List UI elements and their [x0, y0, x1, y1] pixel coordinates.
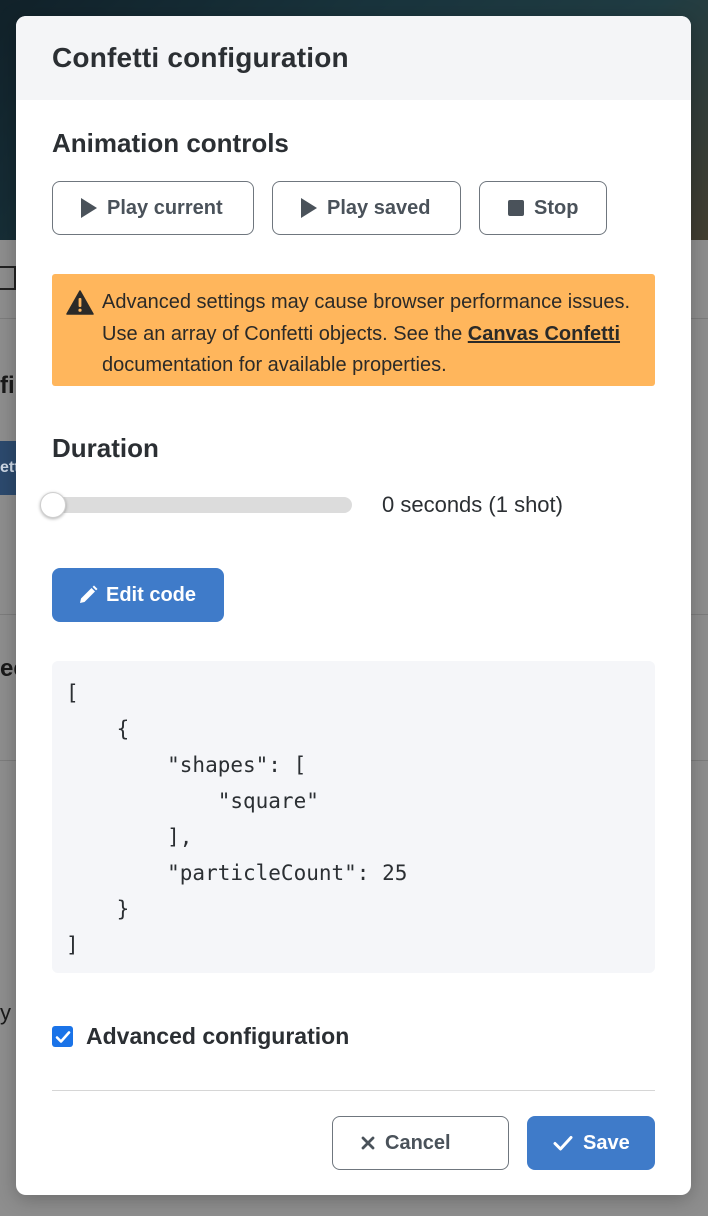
- stop-label: Stop: [534, 196, 579, 219]
- canvas-confetti-link[interactable]: Canvas Confetti: [468, 323, 620, 345]
- advanced-config-row: Advanced configuration: [52, 1023, 655, 1050]
- warning-text: Advanced settings may cause browser perf…: [102, 287, 635, 376]
- edit-code-button[interactable]: Edit code: [52, 568, 224, 622]
- edit-code-label: Edit code: [106, 583, 197, 606]
- close-icon: [361, 1136, 375, 1150]
- duration-slider[interactable]: [40, 492, 352, 518]
- bookmark-icon: [0, 266, 16, 290]
- stop-icon: [508, 200, 524, 216]
- cancel-button[interactable]: Cancel: [332, 1116, 509, 1170]
- pencil-icon: [78, 585, 98, 605]
- background-button-fragment: ett: [0, 441, 16, 495]
- play-saved-button[interactable]: Play saved: [272, 181, 461, 235]
- play-icon: [81, 198, 97, 218]
- check-icon: [553, 1135, 573, 1151]
- cancel-label: Cancel: [385, 1131, 451, 1154]
- check-icon: [55, 1030, 70, 1043]
- advanced-config-checkbox[interactable]: [52, 1026, 73, 1047]
- animation-controls-heading: Animation controls: [52, 128, 289, 158]
- warning-text-part: documentation for available properties.: [102, 354, 447, 376]
- modal-body: Animation controls Play current Play sav…: [16, 128, 691, 1170]
- duration-value-label: 0 seconds (1 shot): [382, 492, 563, 517]
- warning-alert: Advanced settings may cause browser perf…: [52, 274, 655, 386]
- modal-title: Confetti configuration: [52, 42, 349, 73]
- save-label: Save: [583, 1131, 630, 1154]
- animation-button-row: Play current Play saved Stop: [52, 181, 655, 235]
- modal-footer: Cancel Save: [52, 1116, 655, 1170]
- duration-heading: Duration: [52, 433, 159, 463]
- save-button[interactable]: Save: [527, 1116, 655, 1170]
- play-saved-label: Play saved: [327, 196, 431, 219]
- play-current-label: Play current: [107, 196, 223, 219]
- background-heading-fragment: fi: [0, 372, 15, 399]
- footer-divider: [52, 1090, 655, 1091]
- modal-header: Confetti configuration: [16, 16, 691, 100]
- warning-icon: [66, 287, 96, 373]
- stop-button[interactable]: Stop: [479, 181, 607, 235]
- code-preview: [ { "shapes": [ "square" ], "particleCou…: [52, 661, 655, 973]
- play-current-button[interactable]: Play current: [52, 181, 254, 235]
- play-icon: [301, 198, 317, 218]
- advanced-config-label: Advanced configuration: [86, 1023, 350, 1049]
- duration-slider-row: 0 seconds (1 shot): [40, 490, 655, 520]
- slider-thumb[interactable]: [40, 492, 66, 518]
- confetti-config-modal: Confetti configuration Animation control…: [16, 16, 691, 1195]
